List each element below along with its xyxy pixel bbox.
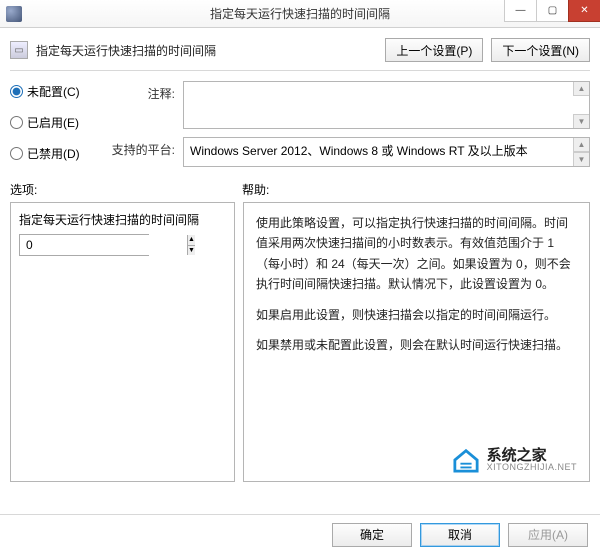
spinner-down-button[interactable]: ▼: [188, 246, 195, 256]
config-area: 未配置(C) 已启用(E) 已禁用(D) 注释: ▲ ▼ 支持的平台: [10, 81, 590, 167]
maximize-button[interactable]: ▢: [536, 0, 568, 22]
section-labels: 选项: 帮助:: [10, 181, 590, 198]
next-setting-button[interactable]: 下一个设置(N): [491, 38, 590, 62]
help-pane: 使用此策略设置，可以指定执行快速扫描的时间间隔。时间值采用两次快速扫描间的小时数…: [243, 202, 590, 482]
policy-icon: ▭: [10, 41, 28, 59]
spinner-up-button[interactable]: ▲: [188, 235, 195, 246]
interval-spinner[interactable]: ▲ ▼: [19, 234, 149, 256]
help-paragraph-2: 如果启用此设置，则快速扫描会以指定的时间间隔运行。: [256, 305, 577, 325]
comment-label: 注释:: [110, 81, 175, 102]
minimize-button[interactable]: —: [504, 0, 536, 22]
radio-not-configured-input[interactable]: [10, 85, 23, 98]
watermark-cn: 系统之家: [487, 448, 577, 463]
options-label: 选项:: [10, 181, 242, 198]
help-label: 帮助:: [242, 181, 590, 198]
radio-not-configured[interactable]: 未配置(C): [10, 83, 100, 100]
radio-disabled-input[interactable]: [10, 147, 23, 160]
platform-label: 支持的平台:: [110, 137, 175, 158]
title-bar: 指定每天运行快速扫描的时间间隔 — ▢ ✕: [0, 0, 600, 28]
options-pane: 指定每天运行快速扫描的时间间隔 ▲ ▼: [10, 202, 235, 482]
scroll-down-icon[interactable]: ▼: [573, 152, 589, 166]
window-controls: — ▢ ✕: [504, 0, 600, 22]
help-paragraph-1: 使用此策略设置，可以指定执行快速扫描的时间间隔。时间值采用两次快速扫描间的小时数…: [256, 213, 577, 295]
panes: 指定每天运行快速扫描的时间间隔 ▲ ▼ 使用此策略设置，可以指定执行快速扫描的时…: [10, 202, 590, 482]
radio-not-configured-label: 未配置(C): [27, 83, 80, 100]
watermark-logo-icon: [451, 447, 481, 473]
state-radio-group: 未配置(C) 已启用(E) 已禁用(D): [10, 81, 100, 167]
platform-value: Windows Server 2012、Windows 8 或 Windows …: [190, 144, 528, 158]
app-icon: [6, 6, 22, 22]
platform-textbox: Windows Server 2012、Windows 8 或 Windows …: [183, 137, 590, 167]
prev-setting-button[interactable]: 上一个设置(P): [385, 38, 483, 62]
close-button[interactable]: ✕: [568, 0, 600, 22]
platform-row: 支持的平台: Windows Server 2012、Windows 8 或 W…: [110, 137, 590, 167]
option-title: 指定每天运行快速扫描的时间间隔: [19, 211, 226, 228]
scroll-up-icon[interactable]: ▲: [573, 138, 589, 152]
watermark-text: 系统之家 XITONGZHIJIA.NET: [487, 448, 577, 472]
radio-enabled-input[interactable]: [10, 116, 23, 129]
policy-name: 指定每天运行快速扫描的时间间隔: [36, 42, 377, 59]
dialog-footer: 确定 取消 应用(A): [0, 514, 600, 554]
comment-textbox[interactable]: ▲ ▼: [183, 81, 590, 129]
apply-button[interactable]: 应用(A): [508, 523, 588, 547]
radio-disabled[interactable]: 已禁用(D): [10, 145, 100, 162]
scroll-up-icon[interactable]: ▲: [573, 82, 589, 96]
fields-column: 注释: ▲ ▼ 支持的平台: Windows Server 2012、Windo…: [110, 81, 590, 167]
scroll-down-icon[interactable]: ▼: [573, 114, 589, 128]
interval-input[interactable]: [20, 235, 187, 255]
comment-row: 注释: ▲ ▼: [110, 81, 590, 129]
policy-header: ▭ 指定每天运行快速扫描的时间间隔 上一个设置(P) 下一个设置(N): [10, 34, 590, 71]
watermark-en: XITONGZHIJIA.NET: [487, 463, 577, 472]
radio-enabled[interactable]: 已启用(E): [10, 114, 100, 131]
spinner-buttons: ▲ ▼: [187, 235, 195, 255]
watermark: 系统之家 XITONGZHIJIA.NET: [451, 447, 577, 473]
cancel-button[interactable]: 取消: [420, 523, 500, 547]
radio-disabled-label: 已禁用(D): [27, 145, 80, 162]
help-paragraph-3: 如果禁用或未配置此设置，则会在默认时间运行快速扫描。: [256, 335, 577, 355]
radio-enabled-label: 已启用(E): [27, 114, 79, 131]
ok-button[interactable]: 确定: [332, 523, 412, 547]
